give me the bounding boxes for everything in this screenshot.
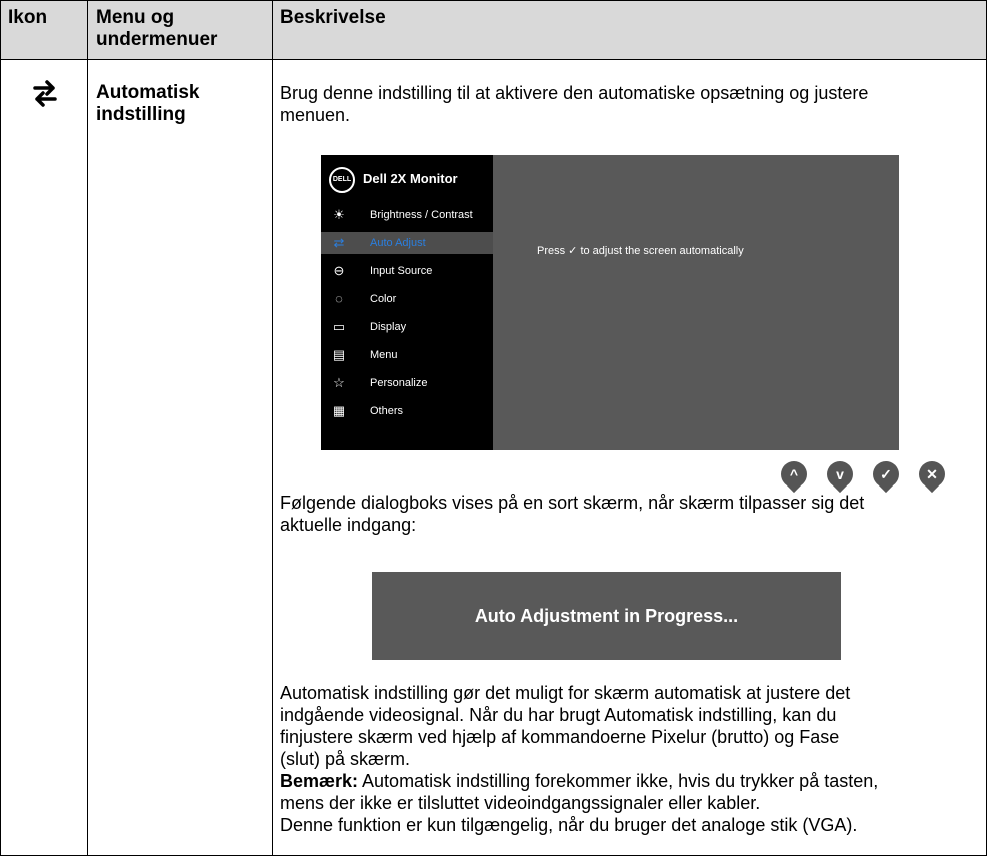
note-text: Automatisk indstilling forekommer ikke, … [358, 771, 879, 791]
up-button[interactable]: ^ [781, 461, 807, 487]
osd-screenshot: DELL Dell 2X Monitor ☀ Brightness / Contr… [321, 155, 899, 450]
osd-menu-label: Others [370, 405, 404, 417]
osd-title: Dell 2X Monitor [363, 171, 458, 186]
auto-adjust-icon: ⇄ [333, 235, 345, 250]
osd-message: Press ✓ to adjust the screen automatical… [537, 245, 744, 257]
osd-menu-label: Menu [370, 349, 398, 361]
note-label: Bemærk: [280, 771, 359, 791]
osd-menu-label: Input Source [370, 265, 433, 277]
document-page: Ikon Menu og undermenuer Beskrivelse Aut… [0, 0, 987, 856]
menu-name-line1: Automatisk [96, 82, 200, 103]
auto-adjust-icon [30, 78, 60, 108]
table-border-left [0, 0, 1, 856]
check-icon: ✓ [880, 466, 892, 482]
body-line4: (slut) på skærm. [280, 749, 411, 769]
table-border-col2 [272, 0, 273, 856]
osd-menu-item[interactable]: ▦ Others [321, 400, 493, 422]
body-line1: Automatisk indstilling gør det muligt fo… [280, 683, 851, 703]
osd-sidebar: DELL Dell 2X Monitor ☀ Brightness / Contr… [321, 155, 493, 450]
desc-line1: Brug denne indstilling til at aktivere d… [280, 83, 869, 103]
down-icon: v [836, 466, 844, 482]
color-icon: ◌ [335, 291, 343, 306]
osd-menu-label: Brightness / Contrast [370, 209, 473, 221]
desc-line2: menuen. [280, 105, 351, 125]
close-icon: ✕ [926, 466, 938, 482]
osd-menu-item[interactable]: ☆ Personalize [321, 372, 493, 394]
osd-menu-item[interactable]: ▭ Display [321, 316, 493, 338]
following-line2: aktuelle indgang: [280, 515, 417, 535]
osd-menu-label: Display [370, 321, 407, 333]
following-line1: Følgende dialogboks vises på en sort skæ… [280, 493, 865, 513]
osd-menu-label: Color [370, 293, 397, 305]
down-button[interactable]: v [827, 461, 853, 487]
osd-menu-item[interactable]: ◌ Color [321, 288, 493, 310]
check-button[interactable]: ✓ [873, 461, 899, 487]
osd-menu-label: Personalize [370, 377, 428, 389]
header-description: Beskrivelse [280, 7, 386, 28]
up-icon: ^ [789, 466, 799, 482]
others-icon: ▦ [332, 403, 346, 418]
body-line3: finjustere skærm ved hjælp af kommandoer… [280, 727, 840, 747]
input-source-icon: ⊖ [333, 263, 345, 278]
display-icon: ▭ [332, 319, 346, 334]
table-border-col1 [87, 0, 88, 856]
brightness-icon: ☀ [333, 207, 345, 222]
close-button[interactable]: ✕ [919, 461, 945, 487]
dell-logo: DELL [329, 167, 355, 193]
auto-adjust-progress-dialog: Auto Adjustment in Progress... [372, 572, 841, 660]
header-icon: Ikon [8, 7, 48, 28]
osd-menu-item[interactable]: ⊖ Input Source [321, 260, 493, 282]
table-border-header [0, 59, 987, 60]
note-line2: mens der ikke er tilsluttet videoindgang… [280, 793, 761, 813]
star-icon: ☆ [333, 375, 345, 390]
menu-icon: ▤ [332, 347, 346, 362]
note-line1: Bemærk: Automatisk indstilling forekomme… [280, 770, 878, 792]
header-menu-line1: Menu og [96, 7, 175, 28]
table-border-top [0, 0, 987, 1]
osd-menu-item[interactable]: ⇄ Auto Adjust [321, 232, 493, 254]
header-menu-line2: undermenuer [96, 29, 218, 50]
osd-menu-item[interactable]: ☀ Brightness / Contrast [321, 204, 493, 226]
osd-menu-item[interactable]: ▤ Menu [321, 344, 493, 366]
osd-menu-label: Auto Adjust [370, 237, 426, 249]
last-line: Denne funktion er kun tilgængelig, når d… [280, 815, 858, 835]
menu-name-line2: indstilling [96, 104, 186, 125]
body-line2: indgående videosignal. Når du har brugt … [280, 705, 837, 725]
